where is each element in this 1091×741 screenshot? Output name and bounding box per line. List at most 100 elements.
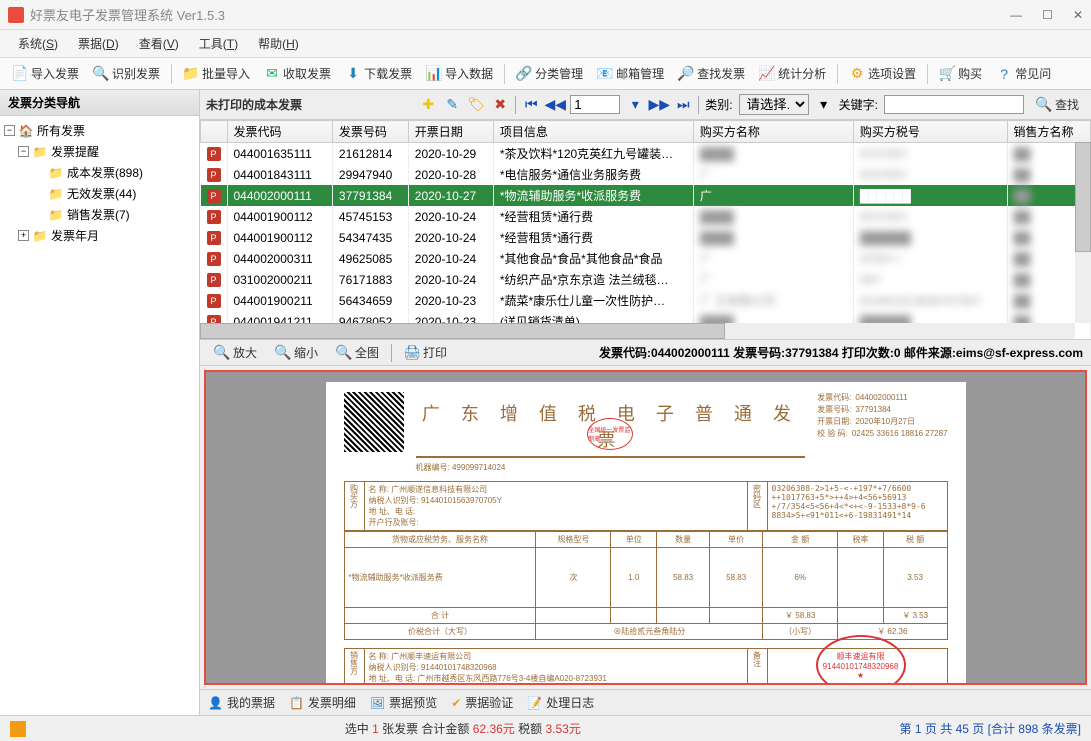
window-title: 好票友电子发票管理系统 Ver1.5.3 xyxy=(30,5,1010,24)
category-select[interactable]: 请选择... xyxy=(739,94,809,115)
tab-my[interactable]: 👤我的票据 xyxy=(208,694,275,711)
tree-sales[interactable]: 📁销售发票(7) xyxy=(4,204,195,225)
col-num[interactable]: 发票号码 xyxy=(332,121,408,143)
tb-stats[interactable]: 📈统计分析 xyxy=(753,62,832,85)
table-row[interactable]: P 031002000211761718832020-10-24*纺织产品*京东… xyxy=(201,269,1091,290)
search-button[interactable]: 🔍查找 xyxy=(1030,93,1085,116)
hscrollbar[interactable] xyxy=(200,323,1075,339)
invoice-grid[interactable]: 发票代码 发票号码 开票日期 项目信息 购买方名称 购买方税号 销售方名称 P … xyxy=(200,120,1091,340)
fit-button[interactable]: 🔍全图 xyxy=(330,341,385,364)
table-row[interactable]: P 044001635111216128142020-10-29*茶及饮料*12… xyxy=(201,143,1091,165)
folder-icon: 🏠 xyxy=(18,123,34,139)
tree-yearmonth[interactable]: +📁发票年月 xyxy=(4,225,195,246)
folder-icon: 📁 xyxy=(32,228,48,244)
pdf-icon: P xyxy=(207,147,221,161)
tb-mailbox[interactable]: 📧邮箱管理 xyxy=(591,62,670,85)
page-input[interactable] xyxy=(570,95,620,114)
table-row[interactable]: P 044001900112543474352020-10-24*经营租赁*通行… xyxy=(201,227,1091,248)
table-row[interactable]: P 044002000111377913842020-10-27*物流辅助服务*… xyxy=(201,185,1091,206)
zoomout-button[interactable]: 🔍缩小 xyxy=(269,341,324,364)
statusbar: 选中 1 张发票 合计金额 62.36元 税额 3.53元 第 1 页 共 45… xyxy=(0,715,1091,741)
menu-view[interactable]: 查看(V) xyxy=(131,32,187,55)
tab-detail[interactable]: 📋发票明细 xyxy=(289,694,356,711)
dropdown-icon[interactable]: ▾ xyxy=(815,96,833,114)
collapse-icon[interactable]: − xyxy=(4,125,15,136)
tb-faq[interactable]: ?常见问 xyxy=(990,62,1057,85)
invoice-document: 广 东 增 值 税 电 子 普 通 发 票 全国统一发票监制章 机器编号: 49… xyxy=(326,382,966,685)
tb-find[interactable]: 🔎查找发票 xyxy=(672,62,751,85)
tab-preview[interactable]: 🖼票据预览 xyxy=(370,694,437,711)
pdf-icon: P xyxy=(207,168,221,182)
qrcode-icon xyxy=(344,392,404,452)
folder-icon: 📁 xyxy=(32,144,48,160)
menu-ticket[interactable]: 票据(D) xyxy=(70,32,127,55)
vscrollbar[interactable] xyxy=(1075,142,1091,323)
table-row[interactable]: P 044001843111299479402020-10-28*电信服务*通信… xyxy=(201,164,1091,185)
menu-help[interactable]: 帮助(H) xyxy=(250,32,307,55)
status-icon xyxy=(10,721,26,737)
status-selection: 选中 1 张发票 合计金额 62.36元 税额 3.53元 xyxy=(26,720,900,737)
tree-reminder[interactable]: −📁发票提醒 xyxy=(4,141,195,162)
tb-options[interactable]: ⚙选项设置 xyxy=(843,62,922,85)
tb-download[interactable]: ⬇下载发票 xyxy=(339,62,418,85)
bottom-tabs: 👤我的票据 📋发票明细 🖼票据预览 ✔票据验证 📝处理日志 xyxy=(200,689,1091,715)
col-seller[interactable]: 销售方名称 xyxy=(1007,121,1090,143)
preview-pane[interactable]: 广 东 增 值 税 电 子 普 通 发 票 全国统一发票监制章 机器编号: 49… xyxy=(204,370,1087,685)
seal-stamp-icon: 顺丰速运有限91440101748320968★ xyxy=(816,635,906,685)
last-page-icon[interactable]: ⏭ xyxy=(674,96,692,114)
tag-icon[interactable]: 🏷 xyxy=(467,96,485,114)
sidebar-header: 发票分类导航 xyxy=(0,90,199,116)
category-label: 类别: xyxy=(705,96,732,113)
tb-category[interactable]: 🔗分类管理 xyxy=(510,62,589,85)
prev-page-icon[interactable]: ◀◀ xyxy=(546,96,564,114)
col-buyer[interactable]: 购买方名称 xyxy=(693,121,853,143)
add-icon[interactable]: ✚ xyxy=(419,96,437,114)
tb-importdata[interactable]: 📊导入数据 xyxy=(420,62,499,85)
tree-cost[interactable]: 📁成本发票(898) xyxy=(4,162,195,183)
app-icon xyxy=(8,7,24,23)
tb-import[interactable]: 📄导入发票 xyxy=(6,62,85,85)
zoomin-button[interactable]: 🔍放大 xyxy=(208,341,263,364)
pdf-icon: P xyxy=(207,231,221,245)
collapse-icon[interactable]: − xyxy=(18,146,29,157)
edit-icon[interactable]: ✎ xyxy=(443,96,461,114)
table-row[interactable]: P 044001900211564346592020-10-23*蔬菜*康乐仕儿… xyxy=(201,290,1091,311)
pdf-icon: P xyxy=(207,273,221,287)
filter-bar: 未打印的成本发票 ✚ ✎ 🏷 ✖ ⏮ ◀◀ ▾ ▶▶ ⏭ 类别: 请选择... … xyxy=(200,90,1091,120)
col-code[interactable]: 发票代码 xyxy=(227,121,332,143)
page-dropdown-icon[interactable]: ▾ xyxy=(626,96,644,114)
sidebar: 发票分类导航 −🏠所有发票 −📁发票提醒 📁成本发票(898) 📁无效发票(44… xyxy=(0,90,200,715)
tree-invalid[interactable]: 📁无效发票(44) xyxy=(4,183,195,204)
keyword-label: 关键字: xyxy=(839,96,878,113)
tree-all[interactable]: −🏠所有发票 xyxy=(4,120,195,141)
pdf-icon: P xyxy=(207,210,221,224)
preview-toolbar: 🔍放大 🔍缩小 🔍全图 🖨打印 发票代码:044002000111 发票号码:3… xyxy=(200,340,1091,366)
expand-icon[interactable]: + xyxy=(18,230,29,241)
menu-tool[interactable]: 工具(T) xyxy=(191,32,246,55)
print-button[interactable]: 🖨打印 xyxy=(398,341,453,364)
tb-batch[interactable]: 📁批量导入 xyxy=(177,62,256,85)
pdf-icon: P xyxy=(207,252,221,266)
folder-icon: 📁 xyxy=(48,207,64,223)
folder-icon: 📁 xyxy=(48,165,64,181)
tb-receive[interactable]: ✉收取发票 xyxy=(258,62,337,85)
next-page-icon[interactable]: ▶▶ xyxy=(650,96,668,114)
folder-icon: 📁 xyxy=(48,186,64,202)
tb-recognize[interactable]: 🔍识别发票 xyxy=(87,62,166,85)
keyword-input[interactable] xyxy=(884,95,1024,114)
col-date[interactable]: 开票日期 xyxy=(408,121,493,143)
maximize-icon[interactable]: ☐ xyxy=(1042,8,1053,22)
table-row[interactable]: P 044001900112457451532020-10-24*经营租赁*通行… xyxy=(201,206,1091,227)
tab-verify[interactable]: ✔票据验证 xyxy=(451,694,513,711)
tab-log[interactable]: 📝处理日志 xyxy=(527,694,594,711)
tb-buy[interactable]: 🛒购买 xyxy=(933,62,988,85)
minimize-icon[interactable]: — xyxy=(1010,8,1022,22)
close-icon[interactable]: ✕ xyxy=(1073,8,1083,22)
menu-system[interactable]: 系统(S) xyxy=(10,32,66,55)
col-project[interactable]: 项目信息 xyxy=(493,121,693,143)
toolbar: 📄导入发票 🔍识别发票 📁批量导入 ✉收取发票 ⬇下载发票 📊导入数据 🔗分类管… xyxy=(0,58,1091,90)
col-buyer-tax[interactable]: 购买方税号 xyxy=(853,121,1007,143)
first-page-icon[interactable]: ⏮ xyxy=(522,96,540,114)
table-row[interactable]: P 044002000311496250852020-10-24*其他食品*食品… xyxy=(201,248,1091,269)
delete-icon[interactable]: ✖ xyxy=(491,96,509,114)
